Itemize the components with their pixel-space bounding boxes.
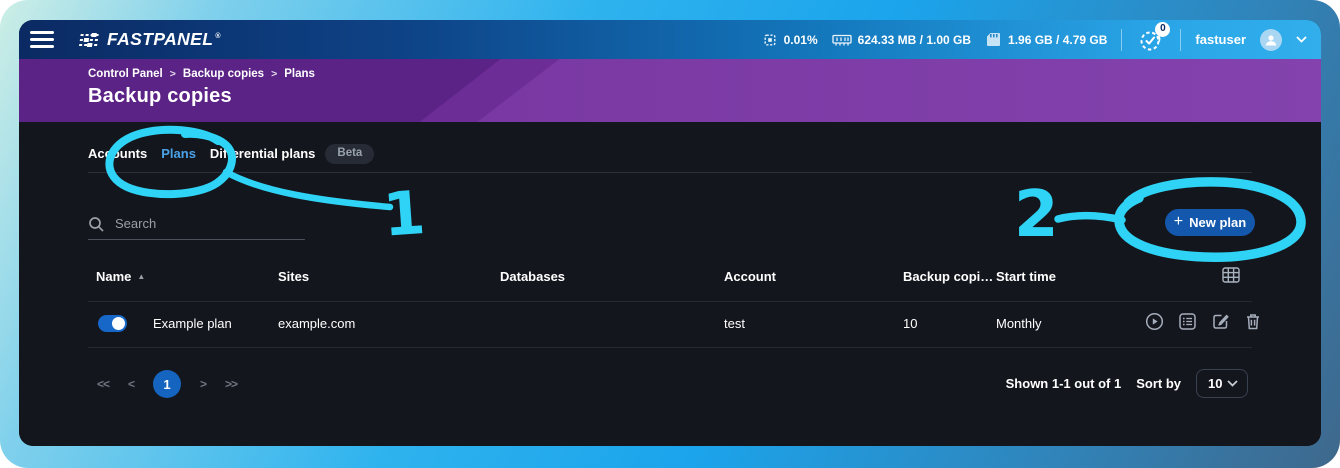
ram-icon xyxy=(832,33,852,47)
ram-usage-value: 624.33 MB / 1.00 GB xyxy=(858,33,971,47)
pagination-next[interactable]: > xyxy=(200,377,206,391)
edit-icon xyxy=(1211,312,1230,331)
username-label[interactable]: fastuser xyxy=(1195,32,1246,47)
pagination-current-page[interactable]: 1 xyxy=(153,370,181,398)
toggle-knob xyxy=(112,317,125,330)
new-plan-button[interactable]: + New plan xyxy=(1165,209,1255,236)
logo-text: FASTPANEL xyxy=(107,29,213,50)
row-divider xyxy=(88,347,1252,348)
column-header-account[interactable]: Account xyxy=(724,269,776,284)
search-icon xyxy=(88,216,104,232)
breadcrumb-item-plans[interactable]: Plans xyxy=(284,68,315,80)
cell-start-time: Monthly xyxy=(996,316,1042,331)
disk-icon xyxy=(985,31,1002,48)
pagination-prev[interactable]: < xyxy=(128,377,134,391)
cpu-usage-value: 0.01% xyxy=(784,33,818,47)
column-header-start-time[interactable]: Start time xyxy=(996,269,1056,284)
app-window: FASTPANEL ® 0.01% 624 xyxy=(19,20,1321,446)
menu-icon[interactable] xyxy=(30,31,54,48)
column-header-sites[interactable]: Sites xyxy=(278,269,309,284)
tab-accounts[interactable]: Accounts xyxy=(88,146,147,161)
topbar-stats: 0.01% 624.33 MB / 1.00 GB 1.96 GB / xyxy=(762,25,1307,55)
per-page-select[interactable]: 10 xyxy=(1196,369,1248,398)
table-footer: Shown 1-1 out of 1 Sort by 10 xyxy=(1006,369,1248,398)
pagination-first[interactable]: << xyxy=(97,377,109,391)
edit-plan-button[interactable] xyxy=(1211,312,1230,331)
search-input[interactable] xyxy=(113,215,297,232)
search-field xyxy=(88,208,305,240)
sort-asc-icon: ▲ xyxy=(137,272,145,281)
topbar-separator xyxy=(1180,29,1181,51)
column-header-name[interactable]: Name▲ xyxy=(96,269,145,284)
breadcrumb-item-control-panel[interactable]: Control Panel xyxy=(88,68,163,80)
run-plan-button[interactable] xyxy=(1145,312,1164,331)
play-circle-icon xyxy=(1145,312,1164,331)
topbar: FASTPANEL ® 0.01% 624 xyxy=(19,20,1321,59)
cpu-usage-stat: 0.01% xyxy=(762,32,818,48)
pagination-last[interactable]: >> xyxy=(225,377,237,391)
window-frame: FASTPANEL ® 0.01% 624 xyxy=(0,0,1340,468)
plan-details-button[interactable] xyxy=(1178,312,1197,331)
column-header-backup-copies[interactable]: Backup copi… xyxy=(903,269,993,284)
breadcrumb-separator: > xyxy=(170,68,176,80)
breadcrumb-item-backup-copies[interactable]: Backup copies xyxy=(183,68,264,80)
tabs-divider xyxy=(88,172,1252,173)
cell-name[interactable]: Example plan xyxy=(153,316,232,331)
fastpanel-logo[interactable]: FASTPANEL ® xyxy=(78,29,221,50)
user-menu-chevron-icon[interactable] xyxy=(1296,36,1307,43)
breadcrumb-separator: > xyxy=(271,68,277,80)
disk-usage-value: 1.96 GB / 4.79 GB xyxy=(1008,33,1107,47)
tabs-bar: Accounts Plans Differential plans Beta xyxy=(88,144,374,164)
shown-count-label: Shown 1-1 out of 1 xyxy=(1006,376,1122,391)
pagination: << < 1 > >> xyxy=(97,370,237,398)
logo-sliders-icon xyxy=(78,32,100,48)
user-icon xyxy=(1264,33,1278,47)
main-content: Accounts Plans Differential plans Beta +… xyxy=(19,122,1321,446)
disk-usage-stat: 1.96 GB / 4.79 GB xyxy=(985,31,1107,48)
row-actions xyxy=(1145,312,1262,331)
column-settings-button[interactable] xyxy=(1222,267,1240,286)
avatar[interactable] xyxy=(1260,29,1282,51)
delete-plan-button[interactable] xyxy=(1244,312,1262,331)
notifications-badge: 0 xyxy=(1155,22,1170,37)
list-details-icon xyxy=(1178,312,1197,331)
beta-badge: Beta xyxy=(325,144,374,164)
cell-backup-copies: 10 xyxy=(903,316,917,331)
tab-plans[interactable]: Plans xyxy=(161,146,196,161)
ram-usage-stat: 624.33 MB / 1.00 GB xyxy=(832,33,971,47)
new-plan-label: New plan xyxy=(1189,215,1246,230)
page-header: Control Panel > Backup copies > Plans Ba… xyxy=(19,59,1321,122)
breadcrumb: Control Panel > Backup copies > Plans xyxy=(88,68,315,80)
cell-account: test xyxy=(724,316,745,331)
scheduled-tasks-button[interactable]: 0 xyxy=(1136,25,1166,55)
cell-sites: example.com xyxy=(278,316,355,331)
header-row-divider xyxy=(88,301,1252,302)
plus-icon: + xyxy=(1174,214,1183,230)
logo-registered-mark: ® xyxy=(215,33,220,40)
cpu-icon xyxy=(762,32,778,48)
topbar-separator xyxy=(1121,29,1122,51)
sort-by-label: Sort by xyxy=(1136,376,1181,391)
tab-differential-plans[interactable]: Differential plans xyxy=(210,146,315,161)
per-page-value: 10 xyxy=(1208,376,1222,391)
trash-icon xyxy=(1244,312,1262,331)
select-chevron-icon xyxy=(1227,380,1238,387)
page-title: Backup copies xyxy=(88,85,232,108)
table-columns-icon xyxy=(1222,267,1240,283)
plan-enabled-toggle[interactable] xyxy=(98,315,127,332)
column-header-databases[interactable]: Databases xyxy=(500,269,565,284)
